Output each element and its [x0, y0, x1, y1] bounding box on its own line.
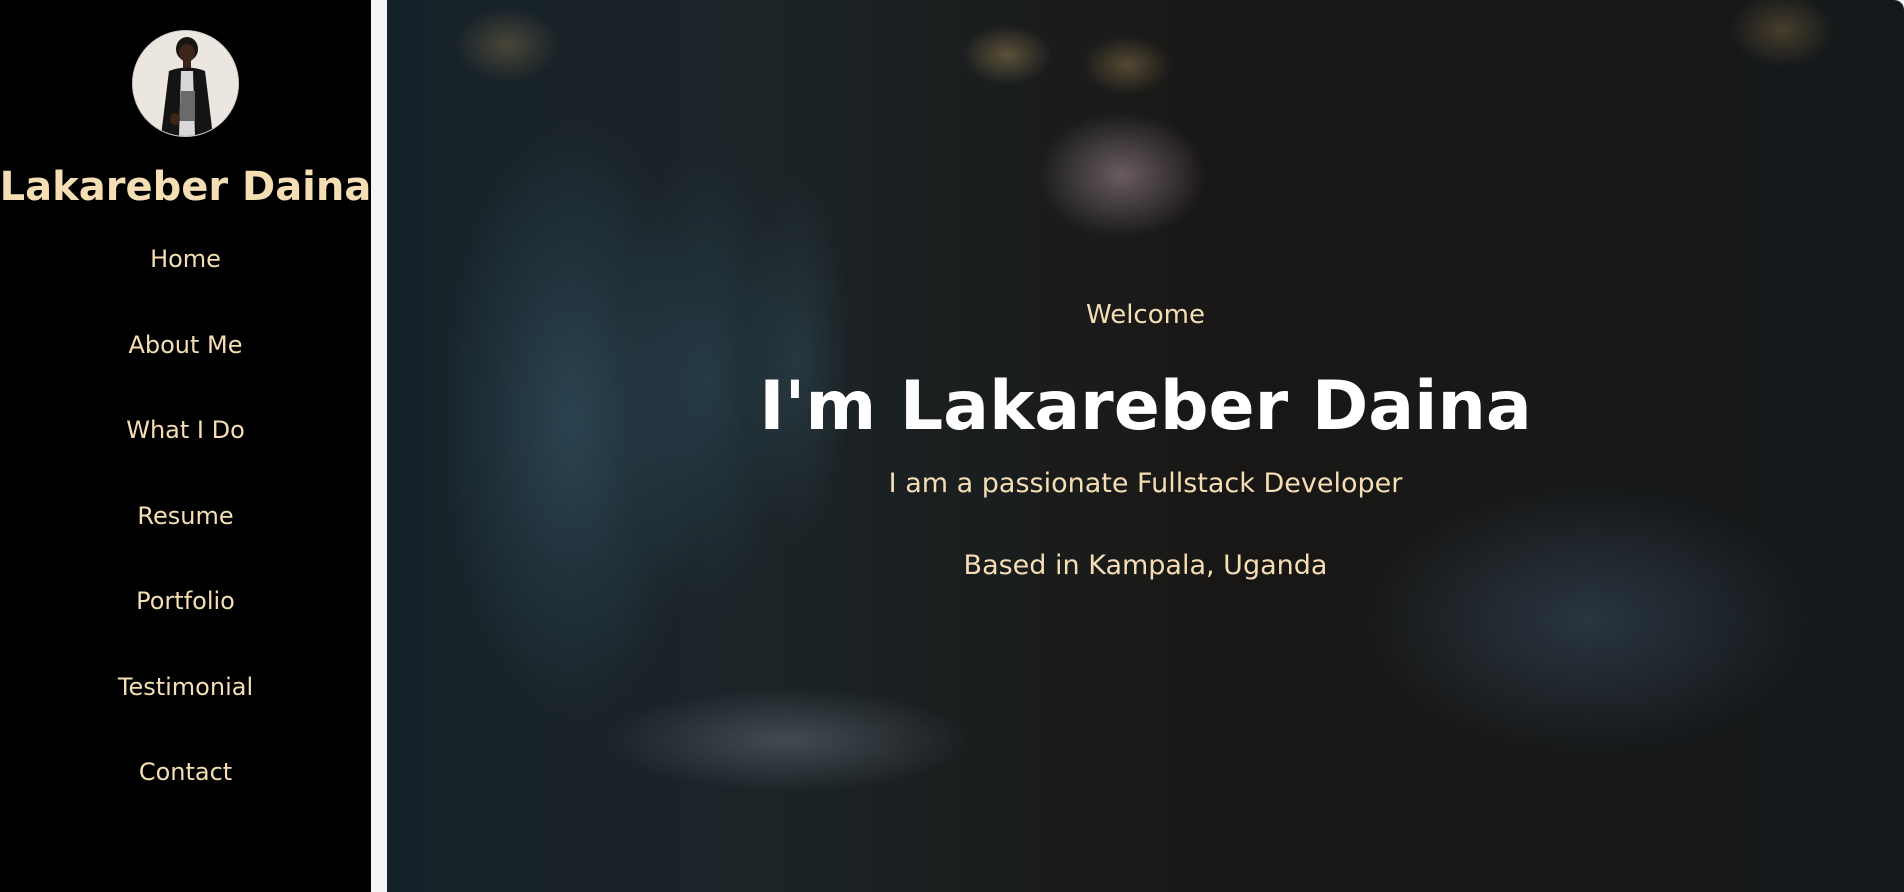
hero-headline: I'm Lakareber Daina [759, 367, 1532, 446]
nav-item-about-me: About Me [128, 333, 242, 419]
nav-link-home[interactable]: Home [150, 247, 221, 271]
nav-link-testimonial[interactable]: Testimonial [118, 675, 253, 699]
hero-location: Based in Kampala, Uganda [963, 550, 1328, 581]
sidebar-nav: Home About Me What I Do Resume Portfolio… [118, 247, 253, 846]
hero-section: Welcome I'm Lakareber Daina I am a passi… [387, 0, 1904, 892]
hero-tagline: I am a passionate Fullstack Developer [888, 468, 1403, 499]
avatar [132, 30, 239, 137]
nav-item-resume: Resume [137, 504, 233, 590]
nav-link-contact[interactable]: Contact [139, 760, 232, 784]
avatar-photo [133, 31, 238, 136]
sidebar: Lakareber Daina Home About Me What I Do … [0, 0, 371, 892]
nav-link-about-me[interactable]: About Me [128, 333, 242, 357]
nav-item-home: Home [150, 247, 221, 333]
nav-link-portfolio[interactable]: Portfolio [136, 589, 235, 613]
nav-item-portfolio: Portfolio [136, 589, 235, 675]
hero-welcome-text: Welcome [1086, 300, 1205, 330]
brand-name[interactable]: Lakareber Daina [0, 165, 371, 209]
nav-item-contact: Contact [139, 760, 232, 846]
nav-item-what-i-do: What I Do [126, 418, 245, 504]
nav-link-what-i-do[interactable]: What I Do [126, 418, 245, 442]
nav-link-resume[interactable]: Resume [137, 504, 233, 528]
page: Lakareber Daina Home About Me What I Do … [0, 0, 1904, 892]
sidebar-divider [371, 0, 387, 892]
hero-background-image [387, 0, 1904, 892]
nav-item-testimonial: Testimonial [118, 675, 253, 761]
